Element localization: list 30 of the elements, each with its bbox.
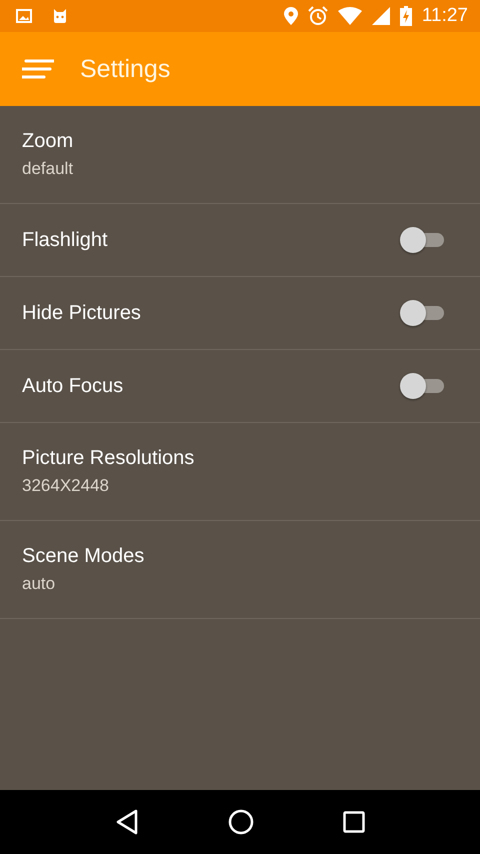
setting-title: Scene Modes xyxy=(22,545,146,568)
alarm-icon xyxy=(308,6,328,26)
setting-title: Zoom xyxy=(22,130,74,153)
home-icon[interactable] xyxy=(228,809,254,835)
gallery-icon xyxy=(16,9,32,23)
android-icon xyxy=(52,8,68,24)
location-icon xyxy=(284,7,298,25)
settings-item[interactable]: Auto Focus xyxy=(0,350,480,423)
toggle-switch[interactable] xyxy=(400,226,446,254)
settings-item[interactable]: Flashlight xyxy=(0,204,480,277)
status-time: 11:27 xyxy=(422,5,468,27)
setting-value: default xyxy=(22,159,74,179)
toggle-switch[interactable] xyxy=(400,299,446,327)
battery-icon xyxy=(400,6,412,26)
setting-title: Hide Pictures xyxy=(22,302,141,324)
recents-icon[interactable] xyxy=(343,811,366,833)
setting-value: 3264X2448 xyxy=(22,476,110,496)
wifi-icon xyxy=(338,7,362,25)
setting-title: Auto Focus xyxy=(22,374,124,398)
back-icon[interactable] xyxy=(114,809,139,835)
setting-title: Flashlight xyxy=(22,228,108,252)
settings-item[interactable]: Scene Modes auto xyxy=(0,521,480,619)
toggle-switch[interactable] xyxy=(400,372,446,400)
settings-item[interactable]: Hide Pictures xyxy=(0,277,480,350)
setting-title: Picture Resolutions xyxy=(22,447,196,470)
signal-icon xyxy=(372,7,390,25)
screen-title: Settings xyxy=(80,54,170,84)
settings-item[interactable]: Picture Resolutions 3264X2448 xyxy=(0,423,480,521)
settings-item[interactable]: Zoom default xyxy=(0,106,480,204)
setting-value: auto xyxy=(22,574,56,594)
